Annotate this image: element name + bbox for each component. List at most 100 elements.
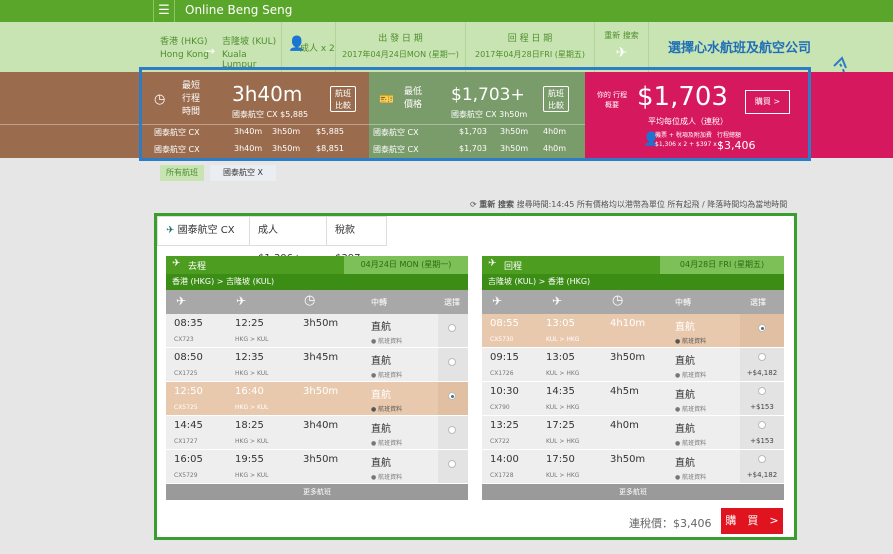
flight-code: CX5725	[174, 404, 198, 411]
flight-row[interactable]: 13:25 17:25 4h0m 直航 CX722 KUL > HKG ● 航班…	[482, 416, 784, 450]
flight-row[interactable]: 16:05 19:55 3h50m 直航 CX5729 HKG > KUL ● …	[166, 450, 468, 484]
flight-info-link[interactable]: ● 航班資料	[371, 404, 402, 413]
passengers-cell[interactable]: 👤 成人 x 2	[282, 22, 336, 72]
highlight-box	[139, 67, 811, 161]
more-flights-button[interactable]: 更多航班	[482, 484, 784, 500]
research-link[interactable]: 重新 搜索	[479, 200, 514, 209]
select-radio[interactable]	[448, 324, 456, 332]
flight-route: KUL > HKG	[546, 438, 580, 445]
duration: 3h50m	[303, 454, 339, 465]
select-radio[interactable]	[448, 426, 456, 434]
flight-row[interactable]: 09:15 13:05 3h50m 直航 CX1726 KUL > HKG ● …	[482, 348, 784, 382]
select-radio[interactable]	[448, 358, 456, 366]
stops: 直航	[675, 390, 695, 401]
annotation-text: 選擇心水航班及航空公司	[668, 41, 812, 56]
flight-info-link[interactable]: ● 航班資料	[371, 336, 402, 345]
price-difference: +$4,182	[746, 471, 778, 479]
duration: 3h50m	[303, 386, 339, 397]
duration: 3h50m	[610, 352, 646, 363]
flight-route: HKG > KUL	[235, 336, 269, 343]
clock-icon: ◷	[304, 293, 316, 308]
select-radio[interactable]	[758, 353, 766, 361]
flight-info-link[interactable]: ● 航班資料	[675, 472, 706, 481]
departure-icon: ✈	[176, 294, 187, 308]
dep-time: 14:00	[490, 454, 519, 465]
flight-info-link[interactable]: ● 航班資料	[371, 438, 402, 447]
total-price-label: 連稅價：$3,406	[629, 517, 712, 530]
select-radio[interactable]	[758, 387, 766, 395]
flight-info-link[interactable]: ● 航班資料	[675, 438, 706, 447]
flight-code: CX5730	[490, 336, 514, 343]
select-radio[interactable]	[448, 460, 456, 468]
flight-row[interactable]: 14:00 17:50 3h50m 直航 CX1728 KUL > HKG ● …	[482, 450, 784, 484]
select-radio[interactable]	[758, 421, 766, 429]
dep-time: 16:05	[174, 454, 203, 465]
duration: 3h45m	[303, 352, 339, 363]
transfer-header: 中轉	[371, 298, 387, 307]
flight-route: KUL > HKG	[546, 370, 580, 377]
adult-fare: 成人 $1,306+	[250, 217, 327, 264]
duration: 4h0m	[610, 420, 639, 431]
flight-info-link[interactable]: ● 航班資料	[675, 404, 706, 413]
departure-icon: ✈	[492, 294, 503, 308]
inbound-route: 吉隆坡 (KUL) > 香港 (HKG)	[482, 274, 784, 290]
flight-code: CX723	[174, 336, 194, 343]
arrival-icon: ✈	[236, 294, 247, 308]
menu-icon[interactable]: ☰	[153, 0, 175, 22]
transfer-header: 中轉	[675, 298, 691, 307]
depart-date-cell[interactable]: 出 發 日 期 2017年04月24日MON (星期一)	[336, 22, 466, 72]
flight-row[interactable]: 14:45 18:25 3h40m 直航 CX1727 HKG > KUL ● …	[166, 416, 468, 450]
select-radio[interactable]	[758, 455, 766, 463]
duration: 3h50m	[303, 318, 339, 329]
choose-header: 選擇	[750, 298, 766, 307]
tab-all-flights[interactable]: 所有航班	[160, 165, 204, 181]
airplane-icon: ✈	[172, 258, 181, 269]
flight-info-link[interactable]: ● 航班資料	[371, 472, 402, 481]
select-radio[interactable]	[448, 392, 456, 400]
more-flights-button[interactable]: 更多航班	[166, 484, 468, 500]
outbound-leg: ✈ 去程 04月24日 MON (星期一) 香港 (HKG) > 吉隆坡 (KU…	[166, 256, 468, 505]
cathay-logo-icon: ✈	[166, 225, 175, 236]
tab-cathay[interactable]: 國泰航空 X	[210, 165, 276, 181]
flight-row[interactable]: 08:50 12:35 3h45m 直航 CX1725 HKG > KUL ● …	[166, 348, 468, 382]
outbound-route: 香港 (HKG) > 吉隆坡 (KUL)	[166, 274, 468, 290]
research-button[interactable]: 重新 搜索 ✈	[595, 22, 649, 72]
flight-code: CX722	[490, 438, 510, 445]
flight-info-link[interactable]: ● 航班資料	[371, 370, 402, 379]
depart-label: 出 發 日 期	[378, 34, 423, 44]
flight-code: CX790	[490, 404, 510, 411]
outbound-label: 去程	[188, 262, 207, 272]
flight-code: CX5729	[174, 472, 198, 479]
origin-zh: 香港 (HKG)	[160, 37, 208, 47]
arr-time: 18:25	[235, 420, 264, 431]
duration: 4h5m	[610, 386, 639, 397]
duration: 3h40m	[303, 420, 339, 431]
flight-info-link[interactable]: ● 航班資料	[675, 336, 706, 345]
select-radio[interactable]	[758, 324, 766, 332]
refresh-icon[interactable]: ⟳	[470, 200, 477, 209]
stops: 直航	[371, 356, 391, 367]
dep-time: 08:50	[174, 352, 203, 363]
stops: 直航	[675, 458, 695, 469]
route-cell[interactable]: 香港 (HKG) Hong Kong → 吉隆坡 (KUL) Kuala Lum…	[0, 22, 282, 72]
return-date-cell[interactable]: 回 程 日 期 2017年04月28日FRI (星期五)	[466, 22, 595, 72]
flight-row[interactable]: 10:30 14:35 4h5m 直航 CX790 KUL > HKG ● 航班…	[482, 382, 784, 416]
dep-time: 10:30	[490, 386, 519, 397]
choose-header: 選擇	[444, 298, 460, 307]
flight-row-selected[interactable]: 12:50 16:40 3h50m 直航 CX5725 HKG > KUL ● …	[166, 382, 468, 416]
arr-time: 16:40	[235, 386, 264, 397]
brand-title: Online Beng Seng	[185, 3, 293, 17]
flight-row[interactable]: 08:35 12:25 3h50m 直航 CX723 HKG > KUL ● 航…	[166, 314, 468, 348]
inbound-date: 04月28日 FRI (星期五)	[660, 256, 784, 274]
flight-route: HKG > KUL	[235, 404, 269, 411]
flight-row-selected[interactable]: 08:55 13:05 4h10m 直航 CX5730 KUL > HKG ● …	[482, 314, 784, 348]
dep-time: 14:45	[174, 420, 203, 431]
clock-icon: ◷	[612, 293, 624, 308]
search-info-line: ⟳ 重新 搜索 搜尋時間:14:45 所有價格均以港幣為單位 所有起飛 / 降落…	[470, 199, 787, 210]
arr-time: 13:05	[546, 318, 575, 329]
buy-button[interactable]: 購 買 >	[721, 508, 783, 534]
flight-route: KUL > HKG	[546, 404, 580, 411]
airline-summary-bar: ✈ 國泰航空 CX 成人 $1,306+ 稅款 $397	[157, 216, 387, 264]
flight-info-link[interactable]: ● 航班資料	[675, 370, 706, 379]
flight-code: CX1727	[174, 438, 198, 445]
